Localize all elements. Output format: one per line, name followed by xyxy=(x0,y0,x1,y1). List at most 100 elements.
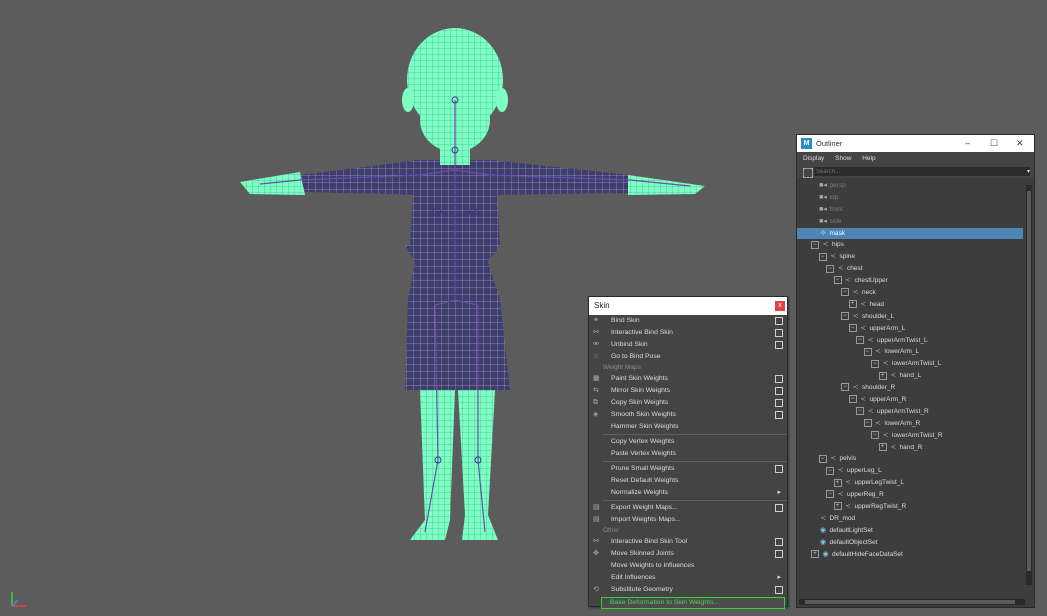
outliner-node[interactable]: −≺upperLeg_L xyxy=(797,465,1023,477)
outliner-node[interactable]: +≺hand_L xyxy=(797,370,1023,382)
menu-item-copy-skin-weights[interactable]: ⧉ Copy Skin Weights xyxy=(589,397,787,409)
close-icon[interactable]: ✕ xyxy=(1016,135,1024,152)
outliner-node[interactable]: ■◂front xyxy=(797,204,1023,216)
outliner-title-bar[interactable]: M Outliner – ☐ ✕ xyxy=(797,135,1034,152)
menu-item-paint-skin-weights[interactable]: ▦ Paint Skin Weights xyxy=(589,373,787,385)
menu-item-import-weights-maps[interactable]: ▤ Import Weights Maps... xyxy=(589,514,787,526)
collapse-icon[interactable]: − xyxy=(864,419,872,427)
outliner-node[interactable]: −≺pelvis xyxy=(797,453,1023,465)
outliner-node[interactable]: ■◂persp xyxy=(797,180,1023,192)
outliner-node[interactable]: −≺lowerArm_R xyxy=(797,418,1023,430)
minimize-icon[interactable]: – xyxy=(965,135,970,152)
option-box[interactable] xyxy=(775,411,783,419)
collapse-icon[interactable]: − xyxy=(871,360,879,368)
expand-icon[interactable]: + xyxy=(811,550,819,558)
menu-show[interactable]: Show xyxy=(835,155,851,162)
collapse-icon[interactable]: − xyxy=(811,241,819,249)
option-box[interactable] xyxy=(775,375,783,383)
collapse-icon[interactable]: − xyxy=(841,383,849,391)
collapse-icon[interactable]: − xyxy=(841,288,849,296)
expand-icon[interactable]: + xyxy=(879,443,887,451)
option-box[interactable] xyxy=(775,550,783,558)
menu-item-bake-deformation[interactable]: Bake Deformation to Skin Weights... xyxy=(601,597,785,609)
outliner-node[interactable]: ✥mask xyxy=(797,228,1023,240)
outliner-node[interactable]: −≺lowerArmTwist_L xyxy=(797,358,1023,370)
collapse-icon[interactable]: − xyxy=(826,265,834,273)
collapse-icon[interactable]: − xyxy=(849,324,857,332)
collapse-icon[interactable]: − xyxy=(864,348,872,356)
expand-icon[interactable]: + xyxy=(849,300,857,308)
option-box[interactable] xyxy=(775,504,783,512)
expand-icon[interactable]: + xyxy=(879,372,887,380)
menu-item-normalize-weights[interactable]: Normalize Weights ▸ xyxy=(589,487,787,499)
menu-item-mirror-skin-weights[interactable]: ⇆ Mirror Skin Weights xyxy=(589,385,787,397)
outliner-node[interactable]: −≺upperArm_L xyxy=(797,323,1023,335)
outliner-tree[interactable]: ■◂persp■◂top■◂front■◂side✥mask−≺hips−≺sp… xyxy=(797,180,1023,594)
outliner-node[interactable]: −≺hips xyxy=(797,239,1023,251)
menu-help[interactable]: Help xyxy=(862,155,875,162)
collapse-icon[interactable]: − xyxy=(819,253,827,261)
menu-item-go-to-bind-pose[interactable]: ☆ Go to Bind Pose xyxy=(589,351,787,363)
outliner-node[interactable]: +≺upperRegTwist_R xyxy=(797,501,1023,513)
collapse-icon[interactable]: − xyxy=(826,490,834,498)
outliner-node[interactable]: −≺lowerArmTwist_R xyxy=(797,430,1023,442)
outliner-node[interactable]: −≺chestUpper xyxy=(797,275,1023,287)
outliner-node[interactable]: −≺upperArmTwist_R xyxy=(797,406,1023,418)
menu-display[interactable]: Display xyxy=(803,155,824,162)
outliner-node[interactable]: −≺shoulder_L xyxy=(797,311,1023,323)
maximize-icon[interactable]: ☐ xyxy=(990,135,998,152)
expand-icon[interactable]: + xyxy=(834,479,842,487)
collapse-icon[interactable]: − xyxy=(856,336,864,344)
menu-item-copy-vertex-weights[interactable]: Copy Vertex Weights xyxy=(589,436,787,448)
scrollbar-thumb[interactable] xyxy=(1027,191,1031,571)
outliner-node[interactable]: −≺upperReg_R xyxy=(797,489,1023,501)
menu-item-move-skinned-joints[interactable]: ✥ Move Skinned Joints xyxy=(589,548,787,560)
outliner-node[interactable]: +≺head xyxy=(797,299,1023,311)
menu-item-unbind-skin[interactable]: ⚮ Unbind Skin xyxy=(589,339,787,351)
outliner-node[interactable]: +≺hand_R xyxy=(797,442,1023,454)
menu-item-bind-skin[interactable]: ⚭ Bind Skin xyxy=(589,315,787,327)
option-box[interactable] xyxy=(775,465,783,473)
collapse-icon[interactable]: − xyxy=(826,467,834,475)
menu-item-prune-small-weights[interactable]: Prune Small Weights xyxy=(589,463,787,475)
menu-item-export-weight-maps[interactable]: ▤ Export Weight Maps... xyxy=(589,502,787,514)
option-box[interactable] xyxy=(775,317,783,325)
option-box[interactable] xyxy=(775,399,783,407)
outliner-node[interactable]: −≺upperArm_R xyxy=(797,394,1023,406)
option-box[interactable] xyxy=(775,538,783,546)
menu-item-paste-vertex-weights[interactable]: Paste Vertex Weights xyxy=(589,448,787,460)
collapse-icon[interactable]: − xyxy=(841,312,849,320)
outliner-node[interactable]: −≺chest xyxy=(797,263,1023,275)
menu-item-substitute-geometry[interactable]: ⟲ Substitute Geometry xyxy=(589,584,787,596)
menu-item-hammer-skin-weights[interactable]: Hammer Skin Weights xyxy=(589,421,787,433)
collapse-icon[interactable]: − xyxy=(856,407,864,415)
menu-item-smooth-skin-weights[interactable]: ◈ Smooth Skin Weights xyxy=(589,409,787,421)
outliner-node[interactable]: +≺upperLegTwist_L xyxy=(797,477,1023,489)
menu-item-reset-default-weights[interactable]: Reset Default Weights xyxy=(589,475,787,487)
outliner-node[interactable]: ■◂side xyxy=(797,216,1023,228)
option-box[interactable] xyxy=(775,387,783,395)
outliner-node[interactable]: −≺lowerArm_L xyxy=(797,346,1023,358)
option-box[interactable] xyxy=(775,329,783,337)
chevron-down-icon[interactable]: ▾ xyxy=(1027,168,1030,175)
outliner-node[interactable]: ◉defaultLightSet xyxy=(797,525,1023,537)
scrollbar-thumb[interactable] xyxy=(805,600,1015,604)
outliner-node[interactable]: −≺shoulder_R xyxy=(797,382,1023,394)
skin-menu-title[interactable]: Skin x xyxy=(589,297,787,315)
option-box[interactable] xyxy=(775,341,783,349)
expand-icon[interactable]: + xyxy=(834,502,842,510)
frame-selection-icon[interactable] xyxy=(803,168,813,178)
outliner-node[interactable]: +◉defaultHideFaceDataSet xyxy=(797,549,1023,561)
collapse-icon[interactable]: − xyxy=(819,455,827,463)
search-input[interactable] xyxy=(814,167,1030,176)
outliner-node[interactable]: −≺upperArmTwist_L xyxy=(797,335,1023,347)
collapse-icon[interactable]: − xyxy=(871,431,879,439)
menu-item-move-weights-to-influences[interactable]: Move Weights to Influences xyxy=(589,560,787,572)
horizontal-scrollbar[interactable] xyxy=(799,599,1025,605)
menu-item-interactive-bind-skin-tool[interactable]: ⚯ Interactive Bind Skin Tool xyxy=(589,536,787,548)
outliner-node[interactable]: ■◂top xyxy=(797,192,1023,204)
collapse-icon[interactable]: − xyxy=(849,395,857,403)
collapse-icon[interactable]: − xyxy=(834,276,842,284)
outliner-node[interactable]: ≺DR_mod xyxy=(797,513,1023,525)
vertical-scrollbar[interactable] xyxy=(1026,185,1032,585)
